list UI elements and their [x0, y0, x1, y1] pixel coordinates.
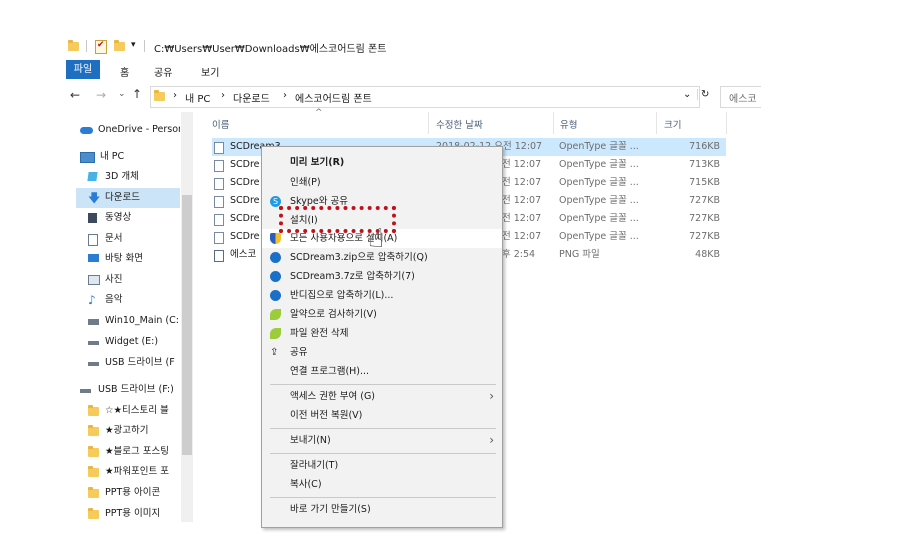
music-icon: ♪: [88, 293, 96, 307]
recent-dropdown-icon[interactable]: ⌄: [118, 89, 126, 99]
divider: [86, 40, 87, 52]
breadcrumb-chevron-icon: ›: [173, 90, 177, 101]
search-placeholder: 에스코: [729, 94, 757, 105]
breadcrumb-downloads[interactable]: 다운로드: [233, 90, 270, 105]
cloud-icon: [80, 127, 93, 134]
bandizip-icon: [270, 271, 281, 282]
menu-item-copy[interactable]: 복사(C): [262, 475, 502, 494]
folder-icon: [88, 508, 99, 519]
column-divider[interactable]: [553, 112, 554, 134]
column-divider[interactable]: [428, 112, 429, 134]
folder-icon: [88, 446, 99, 457]
breadcrumb-current-folder[interactable]: 에스코어드림 폰트: [295, 90, 372, 105]
menu-item-preview[interactable]: 미리 보기(R): [262, 153, 502, 172]
hand-pointer-icon: ☝: [368, 224, 384, 254]
menu-item-share[interactable]: ⇪ 공유: [262, 343, 502, 362]
column-header-type[interactable]: 유형: [560, 117, 577, 131]
submenu-chevron-icon: ›: [489, 389, 494, 403]
menu-item-secure-delete[interactable]: 파일 완전 삭제: [262, 324, 502, 343]
column-divider[interactable]: [726, 112, 727, 134]
bandizip-icon: [270, 290, 281, 301]
download-arrow-icon: 🡇: [88, 191, 101, 205]
drive-icon: [88, 341, 99, 345]
menu-item-cut[interactable]: 잘라내기(T): [262, 456, 502, 475]
alyac-icon: [270, 309, 281, 320]
menu-item-bandizip[interactable]: 반디집으로 압축하기(L)...: [262, 286, 502, 305]
menu-item-7z[interactable]: SCDream3.7z로 압축하기(7): [262, 267, 502, 286]
column-header-date[interactable]: 수정한 날짜: [436, 117, 483, 131]
menu-item-create-shortcut[interactable]: 바로 가기 만들기(S): [262, 500, 502, 519]
menu-separator: [270, 497, 496, 498]
properties-icon[interactable]: ✔: [95, 40, 107, 54]
drive-icon: [88, 319, 99, 325]
image-file-icon: [214, 250, 224, 262]
menu-item-grant-access[interactable]: 액세스 권한 부여 (G) ›: [262, 387, 502, 406]
address-dropdown-icon[interactable]: ⌄: [683, 89, 691, 100]
refresh-icon[interactable]: ↻: [697, 89, 709, 100]
cube-icon: [87, 172, 98, 181]
menu-separator: [270, 428, 496, 429]
address-bar[interactable]: › 내 PC › 다운로드 › 에스코어드림 폰트 ⌄ ↻: [150, 86, 709, 108]
up-arrow-icon[interactable]: ↑: [132, 87, 142, 101]
menu-separator: [270, 453, 496, 454]
tab-share[interactable]: 공유: [154, 64, 172, 79]
font-file-icon: [214, 160, 224, 172]
shield-icon: [270, 233, 281, 244]
font-file-icon: [214, 196, 224, 208]
bandizip-icon: [270, 252, 281, 263]
folder-icon: [88, 425, 99, 436]
folder-icon: [68, 40, 79, 51]
folder-icon: [88, 466, 99, 477]
quick-access-dropdown-icon[interactable]: ▾: [131, 40, 136, 50]
back-arrow-icon[interactable]: ←: [70, 88, 80, 102]
sort-arrow-icon: ^: [315, 108, 323, 118]
usb-drive-icon: [88, 362, 99, 366]
font-file-icon: [214, 142, 224, 154]
pc-icon: [80, 152, 95, 163]
breadcrumb-chevron-icon: ›: [283, 90, 287, 101]
divider: [144, 40, 145, 52]
window-title: C:₩Users₩User₩Downloads₩에스코어드림 폰트: [154, 44, 387, 55]
menu-item-send-to[interactable]: 보내기(N) ›: [262, 431, 502, 450]
menu-item-alyac-scan[interactable]: 알약으로 검사하기(V): [262, 305, 502, 324]
usb-drive-icon: [80, 389, 91, 393]
font-file-icon: [214, 232, 224, 244]
menu-item-restore-versions[interactable]: 이전 버전 복원(V): [262, 406, 502, 425]
tab-view[interactable]: 보기: [201, 64, 219, 79]
desktop-icon: [88, 254, 99, 262]
new-folder-icon[interactable]: [114, 40, 125, 51]
search-input[interactable]: 에스코: [720, 86, 761, 108]
folder-icon: [88, 405, 99, 416]
tab-home[interactable]: 홈: [120, 64, 129, 79]
breadcrumb-this-pc[interactable]: 내 PC: [185, 90, 210, 105]
font-file-icon: [214, 214, 224, 226]
context-menu: 미리 보기(R) 인쇄(P) S Skype와 공유 설치(I) 모든 사용자용…: [261, 146, 503, 528]
font-file-icon: [214, 178, 224, 190]
tab-file[interactable]: 파일: [66, 60, 100, 79]
folder-icon: [154, 90, 165, 101]
menu-separator: [270, 384, 496, 385]
menu-item-open-with[interactable]: 연결 프로그램(H)...: [262, 362, 502, 381]
share-icon: ⇪: [270, 347, 279, 358]
column-header-name[interactable]: 이름: [212, 117, 229, 131]
column-header-size[interactable]: 크기: [664, 117, 681, 131]
breadcrumb-chevron-icon: ›: [221, 90, 225, 101]
picture-icon: [88, 275, 100, 285]
document-icon: [88, 234, 98, 246]
forward-arrow-icon[interactable]: →: [96, 88, 106, 102]
menu-item-print[interactable]: 인쇄(P): [262, 173, 502, 192]
video-icon: [88, 213, 97, 223]
alyac-icon: [270, 328, 281, 339]
column-divider[interactable]: [656, 112, 657, 134]
submenu-chevron-icon: ›: [489, 433, 494, 447]
nav-scrollbar-thumb[interactable]: [182, 195, 192, 455]
folder-icon: [88, 487, 99, 498]
